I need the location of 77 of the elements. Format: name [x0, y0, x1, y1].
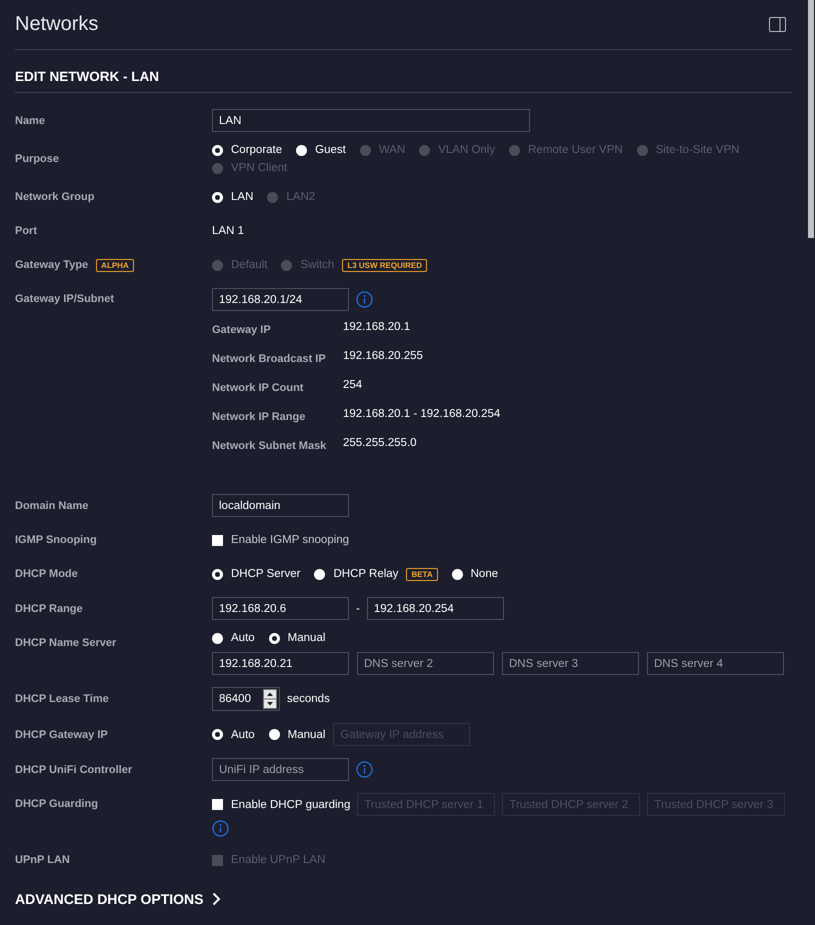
field-label: Network Group: [15, 191, 96, 203]
field-label: DHCP UniFi Controller: [15, 764, 134, 776]
field-label: Domain Name: [15, 500, 90, 512]
field-label: Purpose: [15, 153, 60, 165]
panel-toggle-icon[interactable]: [769, 17, 786, 32]
detail-value: 192.168.20.1 - 192.168.20.254: [343, 408, 500, 422]
range-end-field[interactable]: 192.168.20.254: [366, 597, 504, 620]
unit-label: seconds: [287, 693, 330, 705]
detail-label: Network Broadcast IP: [212, 352, 327, 367]
detail-value: 192.168.20.255: [343, 350, 423, 364]
checkbox[interactable]: [212, 534, 223, 546]
field-label: Gateway Type: [15, 259, 88, 271]
requirement-badge: L3 USW REQUIRED: [342, 258, 427, 272]
field-label: DHCP Lease Time: [15, 693, 110, 705]
advanced-options-link[interactable]: ADVANCED DHCP OPTIONS: [15, 891, 204, 907]
alpha-badge: ALPHA: [96, 258, 134, 272]
dns-server-field[interactable]: DNS server 2: [357, 652, 494, 675]
controller-ip-field[interactable]: UniFi IP address: [212, 758, 349, 781]
field-label: UPnP LAN: [15, 854, 71, 866]
radio-button[interactable]: [452, 568, 463, 580]
option-label[interactable]: Manual: [288, 632, 326, 644]
detail-value: 254: [343, 379, 362, 393]
dns-server-field[interactable]: 192.168.20.21: [212, 652, 349, 675]
dns-server-field[interactable]: DNS server 3: [502, 652, 639, 675]
section-title: EDIT NETWORK - LAN: [15, 50, 792, 93]
beta-badge: BETA: [406, 568, 438, 580]
option-label[interactable]: Corporate: [231, 144, 282, 156]
port-value: LAN 1: [212, 225, 244, 237]
checkbox-label[interactable]: Enable IGMP snooping: [231, 534, 350, 546]
dns-server-field[interactable]: DNS server 4: [647, 652, 784, 675]
radio-button[interactable]: [296, 144, 308, 156]
field-label: Gateway IP/Subnet: [15, 292, 116, 307]
scrollbar[interactable]: [808, 0, 814, 238]
field-label: DHCP Gateway IP: [15, 728, 109, 740]
radio-button[interactable]: [212, 192, 223, 202]
info-icon[interactable]: [356, 761, 373, 778]
radio-button[interactable]: [212, 632, 223, 644]
detail-value: 255.255.255.0: [343, 437, 417, 451]
radio-button[interactable]: [212, 144, 223, 156]
detail-value: 192.168.20.1: [343, 321, 410, 335]
gateway-subnet-field[interactable]: 192.168.20.1/24: [212, 288, 349, 311]
domain-name-field[interactable]: localdomain: [212, 494, 349, 517]
radio-button[interactable]: [212, 568, 223, 580]
info-icon[interactable]: [212, 820, 229, 837]
radio-button[interactable]: [268, 632, 280, 644]
detail-label: Network IP Range: [212, 410, 306, 425]
field-label: IGMP Snooping: [15, 534, 98, 546]
field-label: Port: [15, 225, 38, 237]
radio-button[interactable]: [314, 568, 326, 580]
radio-button[interactable]: [212, 729, 223, 740]
field-label: DHCP Mode: [15, 568, 79, 580]
checkbox-label[interactable]: Enable DHCP guarding: [231, 798, 350, 810]
field-label: Name: [15, 114, 46, 126]
detail-label: Gateway IP: [212, 323, 272, 338]
radio-button[interactable]: [268, 729, 280, 740]
name-field[interactable]: LAN: [212, 109, 530, 132]
option-label[interactable]: DHCP Server: [231, 568, 300, 580]
detail-label: Network IP Count: [212, 381, 304, 396]
option-label[interactable]: DHCP Relay: [333, 568, 398, 580]
chevron-right-icon[interactable]: [212, 892, 221, 906]
page-title: Networks: [15, 13, 98, 36]
info-icon[interactable]: [356, 291, 373, 308]
detail-label: Network Subnet Mask: [212, 439, 328, 454]
option-label[interactable]: Manual: [288, 728, 326, 740]
field-label: DHCP Name Server: [15, 636, 118, 651]
range-separator: -: [356, 602, 360, 614]
field-label: DHCP Range: [15, 602, 84, 614]
field-label: DHCP Guarding: [15, 797, 99, 812]
stepper-icon[interactable]: [263, 689, 277, 709]
option-label[interactable]: Auto: [231, 728, 255, 740]
option-label[interactable]: Auto: [231, 632, 255, 644]
range-start-field[interactable]: 192.168.20.6: [212, 597, 349, 620]
checkbox[interactable]: [212, 799, 223, 810]
option-label[interactable]: LAN: [231, 191, 254, 203]
option-label[interactable]: Guest: [315, 144, 346, 156]
lease-time-field[interactable]: 86400: [212, 687, 280, 711]
option-label[interactable]: None: [470, 568, 498, 580]
